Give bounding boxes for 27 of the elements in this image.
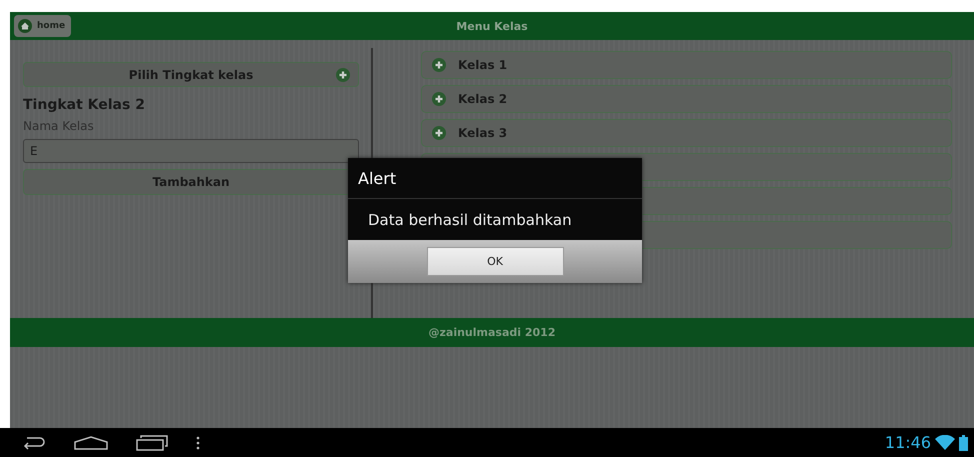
- menu-icon[interactable]: [196, 436, 200, 450]
- class-name: Kelas 2: [458, 92, 508, 106]
- battery-icon: [959, 434, 968, 450]
- home-button[interactable]: home: [14, 15, 72, 37]
- class-list-item[interactable]: Kelas 2: [421, 85, 952, 113]
- class-name-field[interactable]: E: [23, 139, 359, 163]
- wifi-icon: [935, 435, 955, 450]
- plus-icon: [432, 58, 446, 72]
- page-title: Menu Kelas: [456, 20, 528, 32]
- plus-icon: [432, 92, 446, 106]
- class-list-item[interactable]: Kelas 1: [421, 51, 952, 79]
- plus-icon: [432, 126, 446, 140]
- back-icon[interactable]: [22, 436, 46, 450]
- home-icon: [18, 19, 32, 33]
- dialog-message: Data berhasil ditambahkan: [367, 210, 573, 230]
- select-level-button[interactable]: Pilih Tingkat kelas: [23, 62, 359, 87]
- class-list-item[interactable]: Kelas 3: [421, 119, 952, 147]
- level-heading: Tingkat Kelas 2: [23, 97, 146, 113]
- plus-icon: [336, 68, 350, 82]
- footer-credit: @zainulmasadi 2012: [428, 326, 556, 339]
- dialog-title: Alert: [348, 158, 642, 199]
- clock: 11:46: [884, 433, 931, 452]
- home-icon[interactable]: [74, 436, 108, 450]
- class-name: Kelas 3: [458, 126, 508, 140]
- ok-button[interactable]: OK: [426, 247, 564, 276]
- class-name: Kelas 1: [458, 58, 508, 72]
- recent-apps-icon[interactable]: [136, 434, 168, 450]
